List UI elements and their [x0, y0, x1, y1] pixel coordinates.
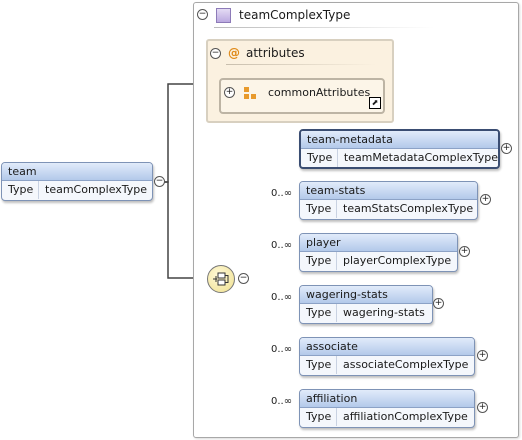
type-value: wagering-stats: [343, 306, 425, 319]
type-value: associateComplexType: [343, 358, 469, 371]
expand-toggle-wagering-stats[interactable]: +: [433, 298, 444, 309]
element-associate[interactable]: associate Type associateComplexType: [299, 337, 475, 376]
team-element-name: team: [2, 163, 152, 181]
team-collapse-toggle[interactable]: −: [154, 176, 165, 187]
element-team-metadata[interactable]: team-metadata Type teamMetadataComplexTyp…: [299, 129, 500, 169]
expand-toggle-associate[interactable]: +: [477, 350, 488, 361]
complex-type-collapse-toggle[interactable]: −: [197, 9, 208, 20]
type-label: Type: [300, 356, 337, 374]
type-label: Type: [300, 304, 337, 322]
expand-toggle-team-metadata[interactable]: +: [501, 143, 512, 154]
element-wagering-stats[interactable]: wagering-stats Type wagering-stats: [299, 285, 433, 324]
expand-toggle-affiliation[interactable]: +: [477, 402, 488, 413]
sequence-collapse-toggle[interactable]: −: [238, 273, 249, 284]
element-name: team-metadata: [301, 131, 498, 149]
element-name: associate: [300, 338, 474, 356]
sequence-icon[interactable]: [207, 265, 235, 293]
element-name: team-stats: [300, 182, 477, 200]
complex-type-icon: [216, 8, 231, 23]
type-label: Type: [300, 252, 337, 270]
type-label: Type: [301, 149, 338, 167]
complex-type-title-rule: [214, 27, 434, 28]
attributes-collapse-toggle[interactable]: −: [210, 48, 221, 59]
element-name: wagering-stats: [300, 286, 432, 304]
type-value: teamStatsComplexType: [343, 202, 474, 215]
occurrence-associate: 0..∞: [271, 344, 293, 355]
element-name: player: [300, 234, 457, 252]
occurrence-team-stats: 0..∞: [271, 188, 293, 199]
type-label: Type: [300, 408, 337, 426]
expand-toggle-team-stats[interactable]: +: [480, 194, 491, 205]
attributes-label: attributes: [246, 46, 305, 60]
occurrence-player: 0..∞: [271, 240, 293, 251]
attribute-group-name: commonAttributes: [268, 86, 371, 99]
element-affiliation[interactable]: affiliation Type affiliationComplexType: [299, 389, 475, 428]
type-label: Type: [300, 200, 337, 218]
type-value: teamMetadataComplexType: [343, 151, 498, 164]
reference-arrow-icon[interactable]: ⬈: [369, 97, 381, 109]
expand-toggle-player[interactable]: +: [459, 246, 470, 257]
team-element[interactable]: team Type teamComplexType: [1, 162, 153, 201]
occurrence-affiliation: 0..∞: [271, 396, 293, 407]
attributes-title-rule: [226, 64, 376, 65]
attribute-group-icon: [244, 87, 258, 101]
type-value: playerComplexType: [343, 254, 452, 267]
team-type-value: teamComplexType: [45, 183, 148, 196]
element-player[interactable]: player Type playerComplexType: [299, 233, 458, 272]
type-value: affiliationComplexType: [343, 410, 468, 423]
element-team-stats[interactable]: team-stats Type teamStatsComplexType: [299, 181, 478, 220]
attribute-group-expand-toggle[interactable]: +: [224, 87, 235, 98]
occurrence-wagering-stats: 0..∞: [271, 292, 293, 303]
element-name: affiliation: [300, 390, 474, 408]
complex-type-name: teamComplexType: [239, 8, 351, 22]
attribute-icon: @: [228, 46, 240, 60]
team-type-label: Type: [2, 181, 39, 199]
sequence-glyph: [213, 272, 229, 286]
